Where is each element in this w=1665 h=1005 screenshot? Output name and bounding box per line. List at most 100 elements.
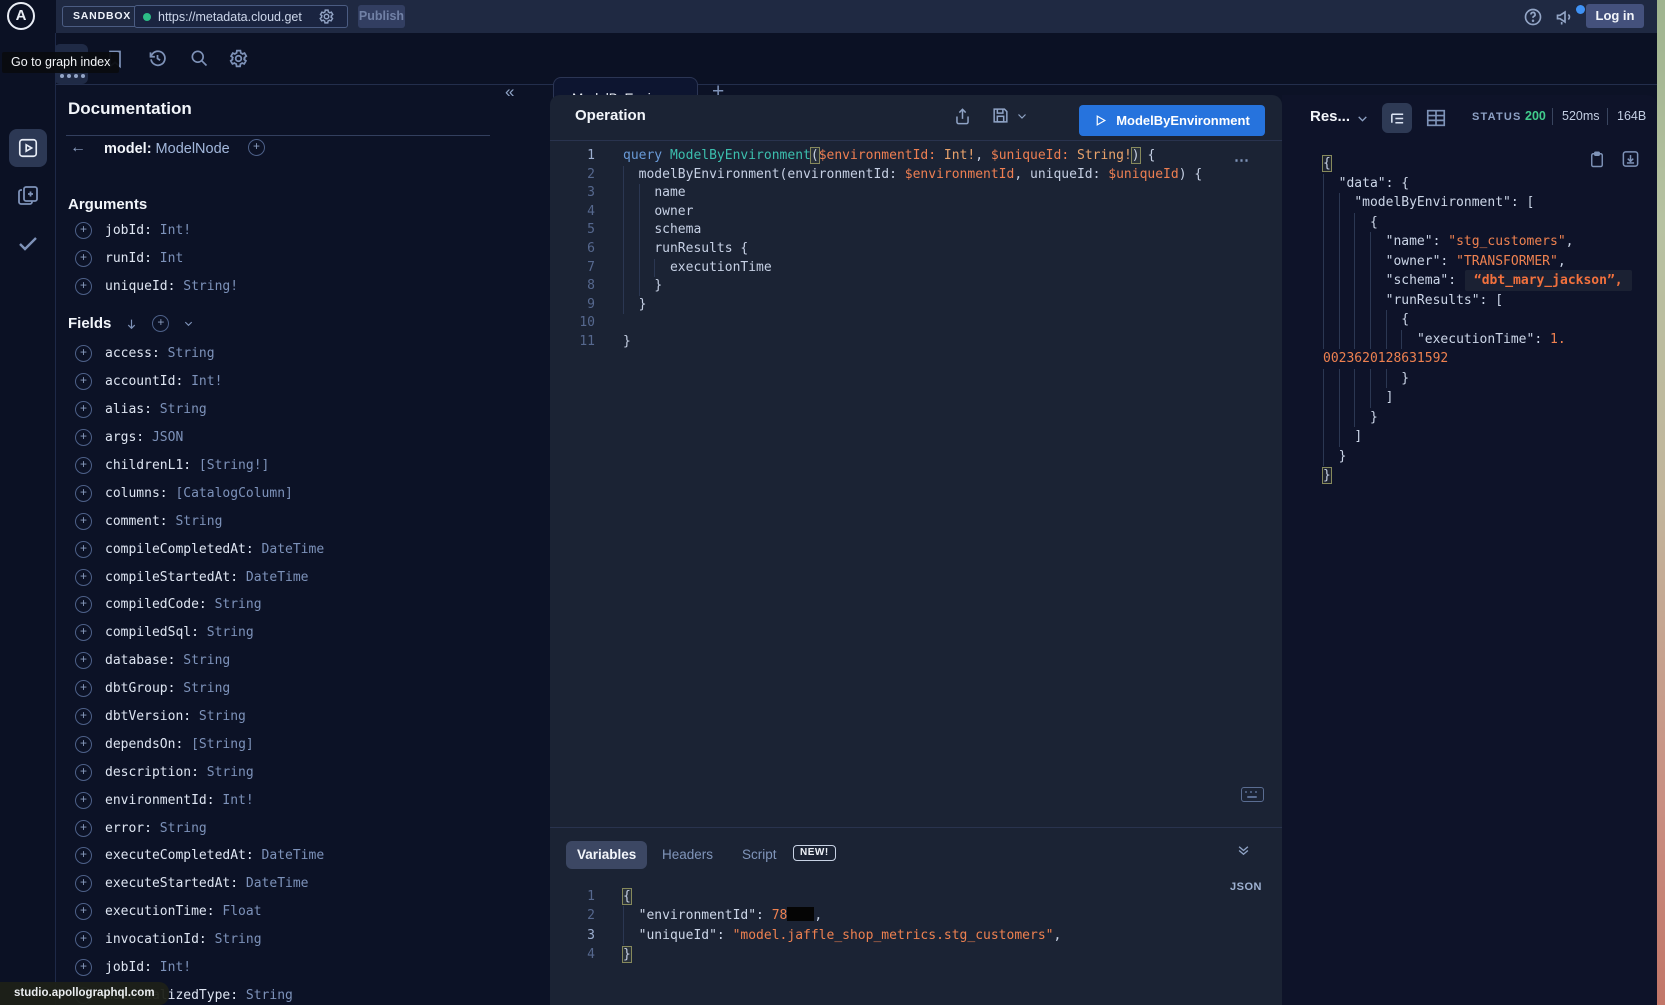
code-line[interactable]: "schema": “dbt_mary_jackson”, [1282,271,1657,291]
code-line[interactable]: 3 name [550,184,1282,203]
code-line[interactable]: 10 [550,314,1282,333]
add-field-to-query-icon[interactable]: + [75,485,92,502]
add-field-to-query-icon[interactable]: + [75,875,92,892]
field-name[interactable]: executionTime: [105,904,215,919]
code-line[interactable]: "data": { [1282,174,1657,194]
field-type[interactable]: DateTime [254,542,324,557]
add-field-to-query-icon[interactable]: + [75,680,92,697]
save-floppy-icon[interactable] [991,106,1010,125]
field-name[interactable]: compileStartedAt: [105,570,238,585]
history-icon[interactable] [147,48,168,69]
field-type[interactable]: String [168,514,223,529]
code-line[interactable]: 9 } [550,296,1282,315]
keyboard-shortcuts-icon[interactable] [1241,787,1264,802]
apollo-logo[interactable]: A [7,2,35,30]
code-line[interactable]: 11} [550,333,1282,352]
code-line[interactable]: { [1282,213,1657,233]
add-field-to-query-icon[interactable]: + [75,708,92,725]
save-options-chevron-icon[interactable] [1016,110,1028,122]
add-field-to-query-icon[interactable]: + [75,959,92,976]
collapse-panel-double-chevron-icon[interactable] [1236,843,1251,858]
settings-gear-icon[interactable] [228,48,249,69]
field-type[interactable]: [String] [183,737,253,752]
add-field-to-query-icon[interactable]: + [75,373,92,390]
field-type[interactable]: String [207,597,262,612]
field-name[interactable]: jobId: [105,223,152,238]
add-field-to-query-icon[interactable]: + [75,345,92,362]
add-field-to-query-icon[interactable]: + [75,278,92,295]
field-name[interactable]: columns: [105,486,168,501]
add-field-to-query-icon[interactable]: + [75,250,92,267]
field-type[interactable]: DateTime [238,876,308,891]
code-line[interactable]: "executionTime": 1. [1282,330,1657,350]
endpoint-settings-gear-icon[interactable] [318,8,335,25]
code-line[interactable]: 0023620128631592 [1282,349,1657,369]
add-field-to-query-icon[interactable]: + [75,764,92,781]
help-icon[interactable] [1523,7,1543,27]
code-line[interactable]: 5 schema [550,221,1282,240]
sort-fields-icon[interactable] [125,317,138,331]
field-type[interactable]: String [207,932,262,947]
field-name[interactable]: jobId: [105,960,152,975]
field-type[interactable]: Float [215,904,262,919]
field-name[interactable]: dbtGroup: [105,681,175,696]
field-type[interactable]: DateTime [238,570,308,585]
login-button[interactable]: Log in [1586,4,1644,28]
field-name[interactable]: dependsOn: [105,737,183,752]
response-dropdown-chevron-icon[interactable] [1356,112,1369,125]
code-line[interactable]: } [1282,408,1657,428]
code-line[interactable]: 6 runResults { [550,240,1282,259]
response-title[interactable]: Res... [1310,108,1350,125]
field-type[interactable]: String [191,709,246,724]
field-type[interactable]: Int! [183,374,222,389]
code-line[interactable]: } [1282,466,1657,486]
field-type[interactable]: Int [152,251,183,266]
code-line[interactable]: 2 "environmentId": 78, [550,906,1282,925]
add-field-to-query-icon[interactable]: + [75,931,92,948]
field-type[interactable]: Int! [215,793,254,808]
publish-button[interactable]: Publish [358,5,405,28]
field-name[interactable]: args: [105,430,144,445]
add-field-to-query-icon[interactable]: + [75,847,92,864]
run-operation-button[interactable]: ModelByEnvironment [1079,105,1265,136]
field-name[interactable]: runId: [105,251,152,266]
code-line[interactable]: "name": "stg_customers", [1282,232,1657,252]
explorer-nav-icon[interactable] [9,129,47,167]
add-field-to-query-icon[interactable]: + [75,596,92,613]
field-type[interactable]: Int! [152,960,191,975]
collections-icon[interactable] [16,183,40,207]
add-field-to-query-icon[interactable]: + [75,222,92,239]
checks-icon[interactable] [16,231,40,255]
chevron-down-icon[interactable] [183,318,194,329]
endpoint-url-input[interactable]: https://metadata.cloud.get [134,5,348,28]
code-line[interactable]: 8 } [550,277,1282,296]
field-type[interactable]: [CatalogColumn] [168,486,293,501]
field-type[interactable]: String [152,402,207,417]
field-type[interactable]: JSON [144,430,183,445]
add-field-to-query-icon[interactable]: + [75,624,92,641]
field-name[interactable]: description: [105,765,199,780]
tab-variables[interactable]: Variables [566,841,647,869]
add-field-to-query-icon[interactable]: + [75,541,92,558]
field-name[interactable]: alias: [105,402,152,417]
code-line[interactable]: 2 modelByEnvironment(environmentId: $env… [550,166,1282,185]
field-name[interactable]: environmentId: [105,793,215,808]
field-type[interactable]: String! [175,279,238,294]
search-icon[interactable] [189,48,209,68]
add-field-to-query-icon[interactable]: + [75,820,92,837]
add-field-to-query-icon[interactable]: + [75,569,92,586]
code-line[interactable]: } [1282,447,1657,467]
field-name[interactable]: compileCompletedAt: [105,542,254,557]
add-field-to-query-icon[interactable]: + [75,652,92,669]
code-line[interactable]: { [1282,154,1657,174]
field-name[interactable]: uniqueId: [105,279,175,294]
field-type[interactable]: String [152,821,207,836]
field-type[interactable]: String [160,346,215,361]
add-field-to-query-icon[interactable]: + [75,792,92,809]
code-line[interactable]: "modelByEnvironment": [ [1282,193,1657,213]
field-type[interactable]: String [238,988,293,1003]
back-arrow-icon[interactable]: ← [70,139,86,157]
query-editor[interactable]: 1query ModelByEnvironment($environmentId… [550,147,1282,352]
field-name[interactable]: executeCompletedAt: [105,848,254,863]
field-name[interactable]: executeStartedAt: [105,876,238,891]
